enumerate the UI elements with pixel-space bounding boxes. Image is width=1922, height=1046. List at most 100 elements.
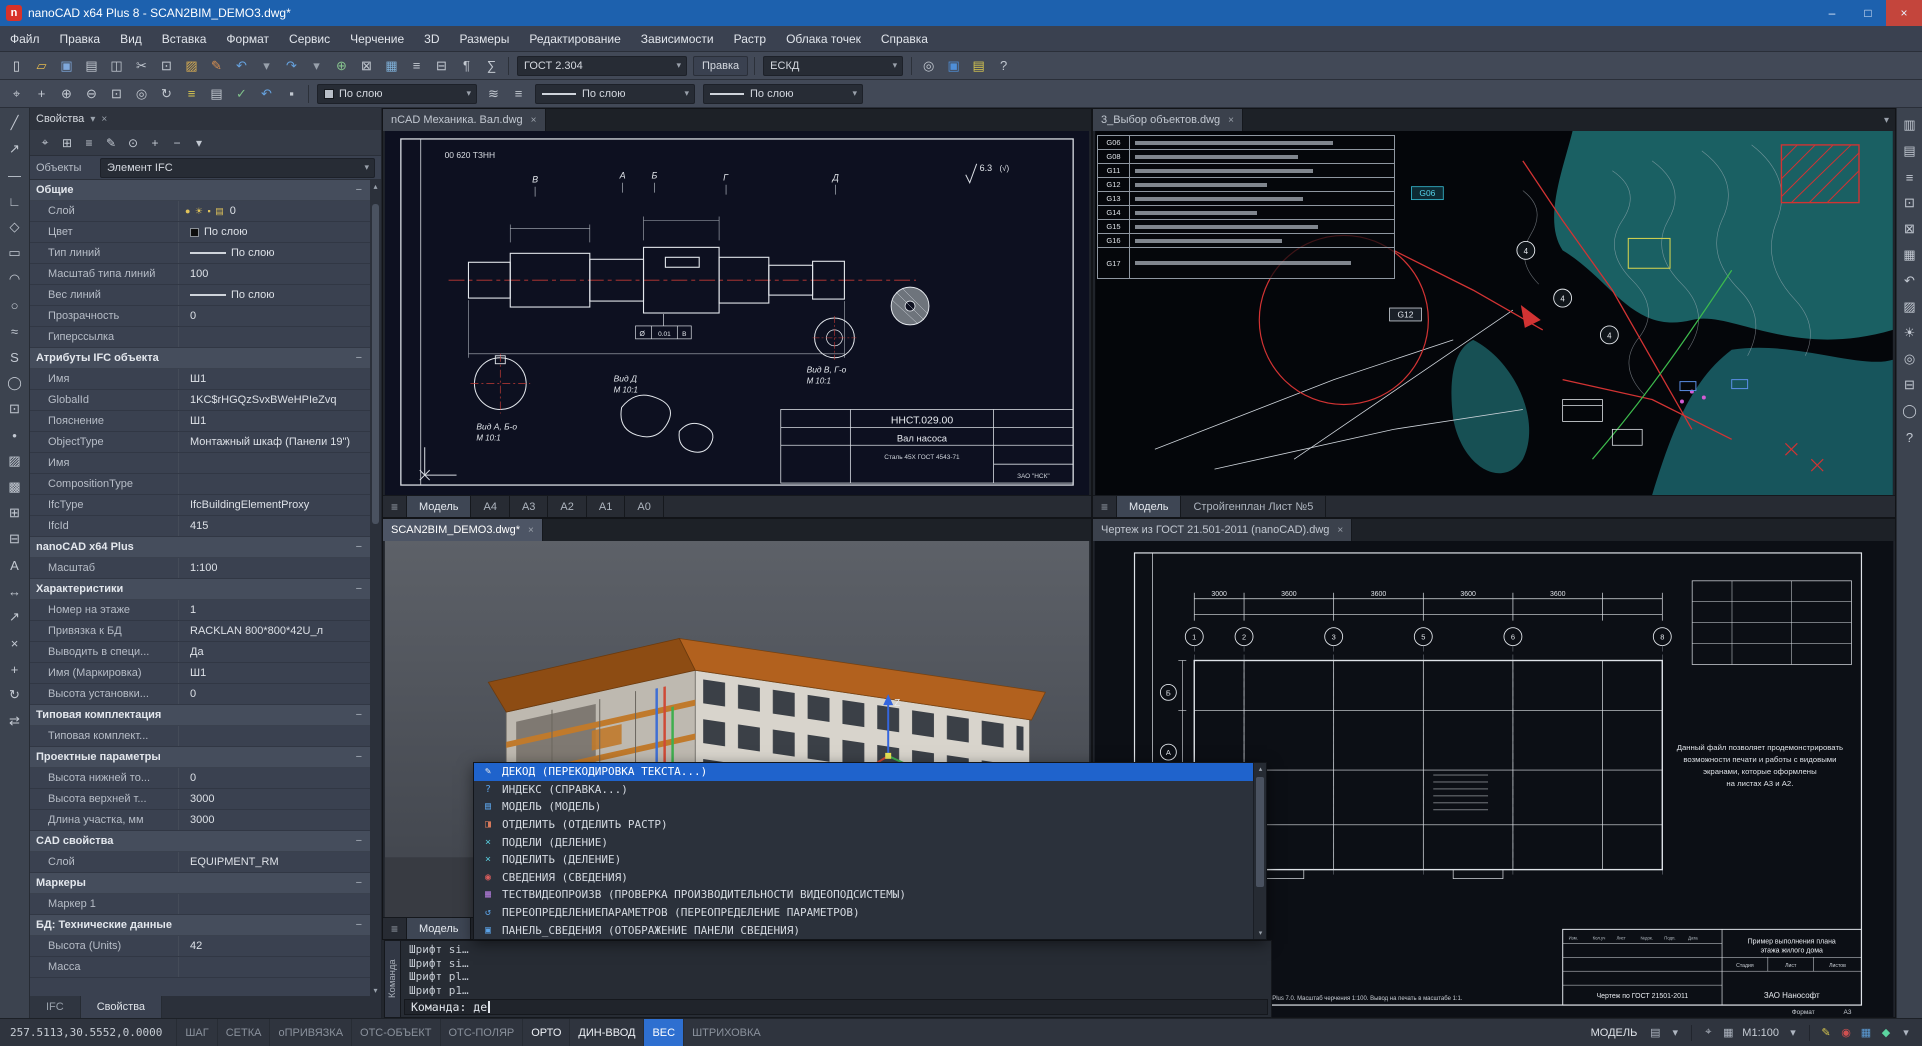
close-icon[interactable]: × — [1337, 525, 1343, 536]
table-icon[interactable]: ⊟ — [4, 526, 26, 552]
xref-icon[interactable]: ⊠ — [355, 55, 378, 77]
point-icon[interactable]: • — [4, 422, 26, 448]
line-icon[interactable]: ╱ — [4, 110, 26, 136]
property-value[interactable]: 1:100 — [178, 558, 370, 578]
view-manager-icon[interactable]: ▣ — [942, 55, 965, 77]
document-tab[interactable]: 3_Выбор объектов.dwg × — [1093, 109, 1243, 131]
table-icon[interactable]: ⊟ — [430, 55, 453, 77]
zoom-out-icon[interactable]: ⊖ — [80, 83, 103, 105]
block-icon[interactable]: ⊡ — [4, 396, 26, 422]
scale-dropdown-icon[interactable]: ▾ — [1783, 1022, 1803, 1044]
menu-item[interactable]: Файл — [0, 26, 50, 52]
property-value[interactable]: 100 — [178, 264, 370, 284]
layer-previous-icon[interactable]: ↶ — [255, 83, 278, 105]
print-preview-icon[interactable]: ◫ — [105, 55, 128, 77]
redo-dropdown-icon[interactable]: ▾ — [305, 55, 328, 77]
drawing-viewport[interactable]: 00 620 ТЗНН В А Б Г Д 6.3 (√) — [383, 131, 1091, 495]
property-value[interactable]: 0 — [178, 768, 370, 788]
linetype-manager-icon[interactable]: ≋ — [482, 83, 505, 105]
status-toggle-button[interactable]: ШТРИХОВКА — [683, 1019, 769, 1046]
menu-item[interactable]: Формат — [216, 26, 279, 52]
property-value[interactable]: EQUIPMENT_RM — [178, 852, 370, 872]
menu-item[interactable]: Зависимости — [631, 26, 724, 52]
web-panel-icon[interactable]: ◯ — [1899, 398, 1921, 424]
autocomplete-item[interactable]: × ПОДЕЛИ (ДЕЛЕНИЕ) — [474, 833, 1253, 851]
layout-tab[interactable]: A0 — [625, 496, 663, 517]
undo-dropdown-icon[interactable]: ▾ — [255, 55, 278, 77]
calculator-icon[interactable]: ∑ — [480, 55, 503, 77]
layout-tab[interactable]: Модель — [407, 918, 471, 939]
copy-icon[interactable]: ⊡ — [155, 55, 178, 77]
layout-menu-icon[interactable]: ≡ — [383, 918, 407, 939]
print-icon[interactable]: ▤ — [80, 55, 103, 77]
close-icon[interactable]: × — [528, 525, 534, 536]
erase-icon[interactable]: × — [4, 630, 26, 656]
ray-icon[interactable]: ↗ — [4, 136, 26, 162]
select-icon[interactable]: ⌖ — [5, 83, 28, 105]
document-tab[interactable]: SCAN2BIM_DEMO3.dwg* × — [383, 519, 543, 541]
arc-icon[interactable]: ◠ — [4, 266, 26, 292]
panel-menu-icon[interactable]: ▾ — [90, 114, 95, 125]
property-value[interactable]: Да — [178, 642, 370, 662]
undo-icon[interactable]: ↶ — [230, 55, 253, 77]
rotate-icon[interactable]: ↻ — [4, 682, 26, 708]
property-value[interactable] — [178, 327, 370, 347]
property-value[interactable]: 415 — [178, 516, 370, 536]
minimize-button[interactable]: – — [1814, 0, 1850, 26]
maximize-button[interactable]: □ — [1850, 0, 1886, 26]
status-toggle-button[interactable]: ДИН-ВВОД — [569, 1019, 643, 1046]
lineweight-settings-icon[interactable]: ≡ — [507, 83, 530, 105]
layers-panel-icon[interactable]: ≡ — [1899, 164, 1921, 190]
zoom-extents-icon[interactable]: ◎ — [130, 83, 153, 105]
autocomplete-item[interactable]: ▤ МОДЕЛЬ (МОДЕЛЬ) — [474, 798, 1253, 816]
property-value[interactable]: 3000 — [178, 789, 370, 809]
viewport-icon[interactable]: ▦ — [1718, 1022, 1738, 1044]
status-toggle-button[interactable]: ОТС-ПОЛЯР — [440, 1019, 523, 1046]
polyline-icon[interactable]: ∟ — [4, 188, 26, 214]
menu-item[interactable]: Правка — [50, 26, 111, 52]
screen-icon[interactable]: ▦ — [1856, 1022, 1876, 1044]
scroll-down-icon[interactable]: ▾ — [1254, 927, 1267, 939]
zoom-window-icon[interactable]: ⊡ — [105, 83, 128, 105]
status-toggle-button[interactable]: ОРТО — [522, 1019, 569, 1046]
layout-tab[interactable]: A3 — [510, 496, 548, 517]
close-icon[interactable]: × — [531, 115, 537, 126]
layout-tab[interactable]: Модель — [407, 496, 471, 517]
property-value[interactable]: 1 — [178, 600, 370, 620]
menu-item[interactable]: Сервис — [279, 26, 340, 52]
utilities-icon[interactable]: ◎ — [917, 55, 940, 77]
scroll-up-icon[interactable]: ▴ — [370, 180, 381, 192]
autocomplete-item[interactable]: ✎ ДЕКОД (ПЕРЕКОДИРОВКА ТЕКСТА...) — [474, 763, 1253, 781]
autocomplete-item[interactable]: ▦ ТЕСТВИДЕОПРОИЗВ (ПРОВЕРКА ПРОИЗВОДИТЕЛ… — [474, 886, 1253, 904]
status-toggle-button[interactable]: ОТС-ОБЪЕКТ — [351, 1019, 439, 1046]
save-icon[interactable]: ▣ — [55, 55, 78, 77]
menu-item[interactable]: Черчение — [340, 26, 414, 52]
panel-settings-icon[interactable]: ▾ — [188, 133, 210, 153]
objects-combo[interactable]: Элемент IFC ▾ — [100, 158, 375, 178]
circle-icon[interactable]: ○ — [4, 292, 26, 318]
status-toggle-button[interactable]: ШАГ — [176, 1019, 216, 1046]
autocomplete-item[interactable]: ▣ ПАНЕЛЬ_СВЕДЕНИЯ (ОТОБРАЖЕНИЕ ПАНЕЛИ СВ… — [474, 921, 1253, 939]
select-same-icon[interactable]: ≡ — [78, 133, 100, 153]
layer-states-icon[interactable]: ▤ — [205, 83, 228, 105]
autocomplete-item[interactable]: ◨ ОТДЕЛИТЬ (ОТДЕЛИТЬ РАСТР) — [474, 816, 1253, 834]
help-icon[interactable]: ? — [992, 55, 1015, 77]
property-value[interactable]: 3000 — [178, 810, 370, 830]
pick-objects-icon[interactable]: ⌖ — [34, 133, 56, 153]
hatch-icon[interactable]: ▨ — [4, 448, 26, 474]
copy-properties-icon[interactable]: ✎ — [205, 55, 228, 77]
menu-item[interactable]: Редактирование — [519, 26, 630, 52]
scroll-down-icon[interactable]: ▾ — [370, 984, 381, 996]
status-toggle-button[interactable]: СЕТКА — [217, 1019, 270, 1046]
collapse-sections-icon[interactable]: − — [166, 133, 188, 153]
linetype-combo[interactable]: По слою ▾ — [535, 84, 695, 104]
menu-item[interactable]: 3D — [414, 26, 449, 52]
rectangle-icon[interactable]: ▭ — [4, 240, 26, 266]
lock-layer-icon[interactable]: ▪ — [280, 83, 303, 105]
layout-tab[interactable]: Модель — [1117, 496, 1181, 517]
help-panel-icon[interactable]: ? — [1899, 424, 1921, 450]
draw-order-icon[interactable]: ≡ — [405, 55, 428, 77]
close-button[interactable]: × — [1886, 0, 1922, 26]
gem-icon[interactable]: ◆ — [1876, 1022, 1896, 1044]
text-style-combo[interactable]: ГОСТ 2.304 ▾ — [517, 56, 687, 76]
